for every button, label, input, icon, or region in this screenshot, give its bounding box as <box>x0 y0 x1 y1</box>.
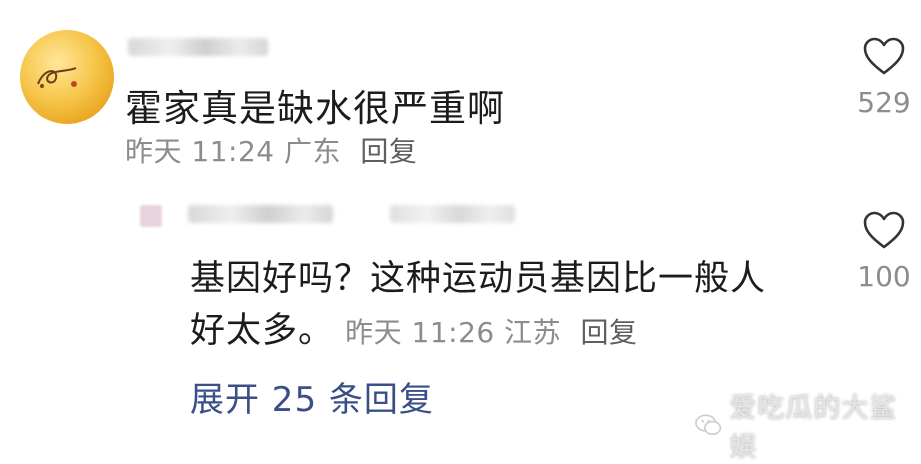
username-blurred[interactable] <box>128 38 268 56</box>
reply-target-blurred <box>390 205 515 223</box>
reply-avatar[interactable] <box>140 205 162 227</box>
reply-text-line2: 好太多。 <box>190 311 335 351</box>
heart-outline-icon <box>863 37 905 75</box>
like-button[interactable]: 529 <box>854 36 914 119</box>
comment-time: 昨天 11:24 <box>125 135 275 168</box>
expand-replies-button[interactable]: 展开 25 条回复 <box>190 372 434 421</box>
reply-text-line1: 基因好吗？这种运动员基因比一般人 <box>190 259 767 299</box>
reply-meta: 昨天 11:26 江苏 回复 <box>345 316 637 349</box>
reply-location: 江苏 <box>504 316 562 349</box>
reply-username-blurred[interactable] <box>188 205 333 223</box>
comment-location: 广东 <box>284 135 342 168</box>
heart-outline-icon <box>863 211 905 249</box>
reply-line2: 好太多。 昨天 11:26 江苏 回复 <box>190 302 638 353</box>
watermark-text: 爱吃瓜的大鲨娱 <box>729 393 898 463</box>
reply-like-button[interactable]: 100 <box>854 210 914 293</box>
reply-button[interactable]: 回复 <box>360 135 417 168</box>
wechat-logo-icon <box>695 414 722 436</box>
reply-time: 昨天 11:26 <box>345 316 495 349</box>
avatar-swirl-icon <box>37 67 77 88</box>
comment-text: 霍家真是缺水很严重啊 <box>125 87 505 130</box>
reply-reply-button[interactable]: 回复 <box>581 316 638 349</box>
reply-like-count: 100 <box>857 260 911 293</box>
watermark: 爱吃瓜的大鲨娱 <box>694 386 921 464</box>
comment-meta: 昨天 11:24 广东 回复 <box>125 130 417 170</box>
like-count: 529 <box>857 86 911 119</box>
avatar[interactable] <box>20 30 114 124</box>
